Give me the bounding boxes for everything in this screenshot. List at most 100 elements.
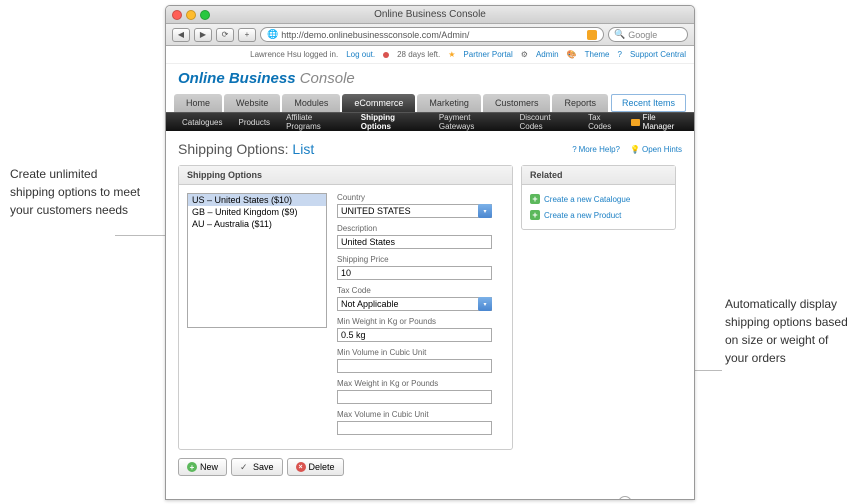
max-volume-input[interactable] — [337, 421, 492, 435]
left-column: Shipping Options US – United States ($10… — [178, 165, 513, 476]
days-left-icon — [383, 52, 389, 58]
logo-part2: Console — [296, 70, 355, 87]
related-body: + Create a new Catalogue + Create a new … — [522, 185, 675, 229]
min-weight-input[interactable] — [337, 328, 492, 342]
page-title-a: Shipping Options: — [178, 141, 289, 157]
related-header: Related — [522, 166, 675, 185]
form-column: Country ▾ Description — [337, 193, 504, 441]
country-label: Country — [337, 193, 504, 202]
page-title-row: Shipping Options: List ?More Help? 💡Open… — [178, 141, 682, 157]
description-input[interactable] — [337, 235, 492, 249]
tab-ecommerce[interactable]: eCommerce — [342, 94, 415, 112]
field-max-weight: Max Weight in Kg or Pounds — [337, 379, 504, 404]
tab-website[interactable]: Website — [224, 94, 280, 112]
max-weight-label: Max Weight in Kg or Pounds — [337, 379, 504, 388]
shipping-options-panel: Shipping Options US – United States ($10… — [178, 165, 513, 450]
tab-home[interactable]: Home — [174, 94, 222, 112]
subnav-shipping[interactable]: Shipping Options — [353, 113, 431, 131]
top-util-bar: Lawrence Hsu logged in. Log out. 28 days… — [166, 46, 694, 64]
related-panel: Related + Create a new Catalogue + Creat… — [521, 165, 676, 230]
more-help-link[interactable]: ?More Help? — [572, 145, 620, 154]
search-icon: 🔍 — [614, 29, 625, 40]
subnav-discount[interactable]: Discount Codes — [511, 113, 580, 131]
related-create-catalogue[interactable]: + Create a new Catalogue — [530, 191, 667, 207]
back-to-top[interactable]: ▲ Back to Top — [618, 496, 678, 499]
tab-marketing[interactable]: Marketing — [417, 94, 481, 112]
logged-in-text: Lawrence Hsu logged in. — [250, 50, 338, 59]
browser-window: Online Business Console ◀ ▶ ⟳ + 🌐 http:/… — [165, 5, 695, 500]
shipping-listbox[interactable]: US – United States ($10) GB – United Kin… — [187, 193, 327, 328]
max-weight-input[interactable] — [337, 390, 492, 404]
main-nav: Home Website Modules eCommerce Marketing… — [166, 91, 694, 113]
price-input[interactable] — [337, 266, 492, 280]
open-hints-label: Open Hints — [642, 145, 682, 154]
tab-customers[interactable]: Customers — [483, 94, 551, 112]
related-create-product[interactable]: + Create a new Product — [530, 207, 667, 223]
admin-link[interactable]: Admin — [536, 50, 559, 59]
add-button[interactable]: + — [238, 28, 256, 42]
field-min-weight: Min Weight in Kg or Pounds — [337, 317, 504, 342]
list-item[interactable]: US – United States ($10) — [188, 194, 326, 206]
page-content: Lawrence Hsu logged in. Log out. 28 days… — [166, 46, 694, 499]
folder-icon — [631, 119, 639, 126]
subnav-products[interactable]: Products — [230, 118, 278, 127]
subnav-payment[interactable]: Payment Gateways — [431, 113, 512, 131]
panel-body: US – United States ($10) GB – United Kin… — [179, 185, 512, 449]
support-icon: ? — [618, 50, 622, 59]
list-item[interactable]: GB – United Kingdom ($9) — [188, 206, 326, 218]
max-volume-label: Max Volume in Cubic Unit — [337, 410, 504, 419]
logo: Online Business Console — [178, 70, 355, 87]
new-button[interactable]: + New — [178, 458, 227, 476]
field-max-volume: Max Volume in Cubic Unit — [337, 410, 504, 435]
tab-modules[interactable]: Modules — [282, 94, 340, 112]
open-hints-link[interactable]: 💡Open Hints — [630, 145, 682, 154]
tab-reports[interactable]: Reports — [552, 94, 608, 112]
titlebar: Online Business Console — [166, 6, 694, 24]
min-volume-input[interactable] — [337, 359, 492, 373]
admin-icon: ⚙ — [521, 50, 528, 59]
url-text: http://demo.onlinebusinessconsole.com/Ad… — [281, 30, 469, 40]
forward-button[interactable]: ▶ — [194, 28, 212, 42]
logout-link[interactable]: Log out. — [346, 50, 375, 59]
reload-button[interactable]: ⟳ — [216, 28, 234, 42]
description-label: Description — [337, 224, 504, 233]
plus-icon: + — [530, 194, 540, 204]
back-button[interactable]: ◀ — [172, 28, 190, 42]
partner-portal-link[interactable]: Partner Portal — [463, 50, 512, 59]
file-manager-link[interactable]: File Manager — [631, 113, 686, 131]
page-body: Shipping Options: List ?More Help? 💡Open… — [166, 131, 694, 486]
save-button[interactable]: ✓ Save — [231, 458, 283, 476]
min-volume-label: Min Volume in Cubic Unit — [337, 348, 504, 357]
field-price: Shipping Price — [337, 255, 504, 280]
browser-toolbar: ◀ ▶ ⟳ + 🌐 http://demo.onlinebusinesscons… — [166, 24, 694, 46]
rss-icon[interactable] — [587, 30, 597, 40]
support-link[interactable]: Support Central — [630, 50, 686, 59]
search-placeholder: Google — [628, 30, 657, 40]
page-title-b: List — [292, 141, 314, 157]
hints-icon: 💡 — [630, 145, 640, 154]
theme-link[interactable]: Theme — [585, 50, 610, 59]
days-left-text: 28 days left. — [397, 50, 440, 59]
star-icon: ★ — [448, 50, 455, 59]
related-label: Create a new Catalogue — [544, 195, 630, 204]
page-title: Shipping Options: List — [178, 141, 314, 157]
globe-icon: 🌐 — [267, 29, 278, 40]
list-item[interactable]: AU – Australia ($11) — [188, 218, 326, 230]
search-bar[interactable]: 🔍 Google — [608, 27, 688, 42]
sub-nav: Catalogues Products Affiliate Programs S… — [166, 113, 694, 131]
subnav-catalogues[interactable]: Catalogues — [174, 118, 230, 127]
country-select[interactable] — [337, 204, 492, 218]
tax-select[interactable] — [337, 297, 492, 311]
url-bar[interactable]: 🌐 http://demo.onlinebusinessconsole.com/… — [260, 27, 604, 42]
delete-button[interactable]: × Delete — [287, 458, 344, 476]
plus-icon: + — [530, 210, 540, 220]
save-label: Save — [253, 462, 274, 472]
delete-icon: × — [296, 462, 306, 472]
plus-icon: + — [187, 462, 197, 472]
subnav-affiliate[interactable]: Affiliate Programs — [278, 113, 353, 131]
recent-items-button[interactable]: Recent Items — [611, 94, 686, 112]
save-icon: ✓ — [240, 462, 250, 472]
field-tax: Tax Code ▾ — [337, 286, 504, 311]
panel-header: Shipping Options — [179, 166, 512, 185]
subnav-tax[interactable]: Tax Codes — [580, 113, 631, 131]
